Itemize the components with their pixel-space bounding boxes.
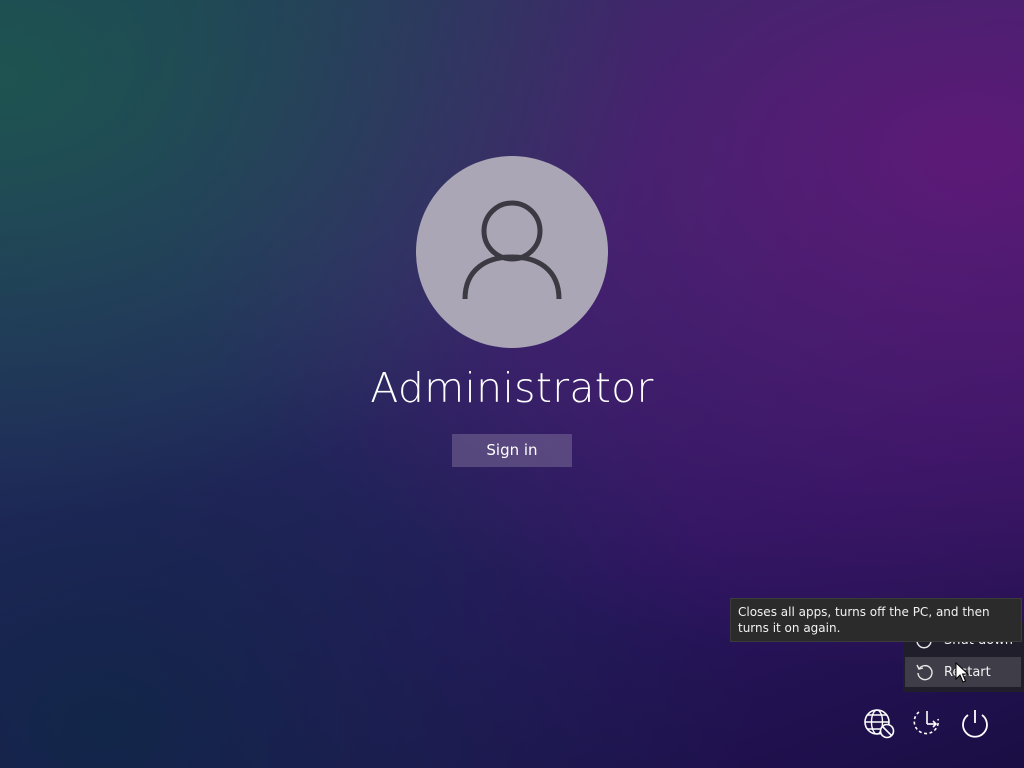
restart-icon (914, 662, 934, 682)
mouse-pointer-icon (955, 662, 969, 683)
restart-tooltip: Closes all apps, turns off the PC, and t… (730, 598, 1022, 642)
accessibility-icon[interactable] (910, 706, 944, 740)
user-avatar (416, 156, 608, 348)
power-icon[interactable] (958, 706, 992, 740)
sign-in-button[interactable]: Sign in (452, 434, 572, 467)
user-name: Administrator (370, 364, 654, 412)
user-silhouette-icon (462, 200, 562, 300)
network-globe-icon[interactable] (862, 706, 896, 740)
